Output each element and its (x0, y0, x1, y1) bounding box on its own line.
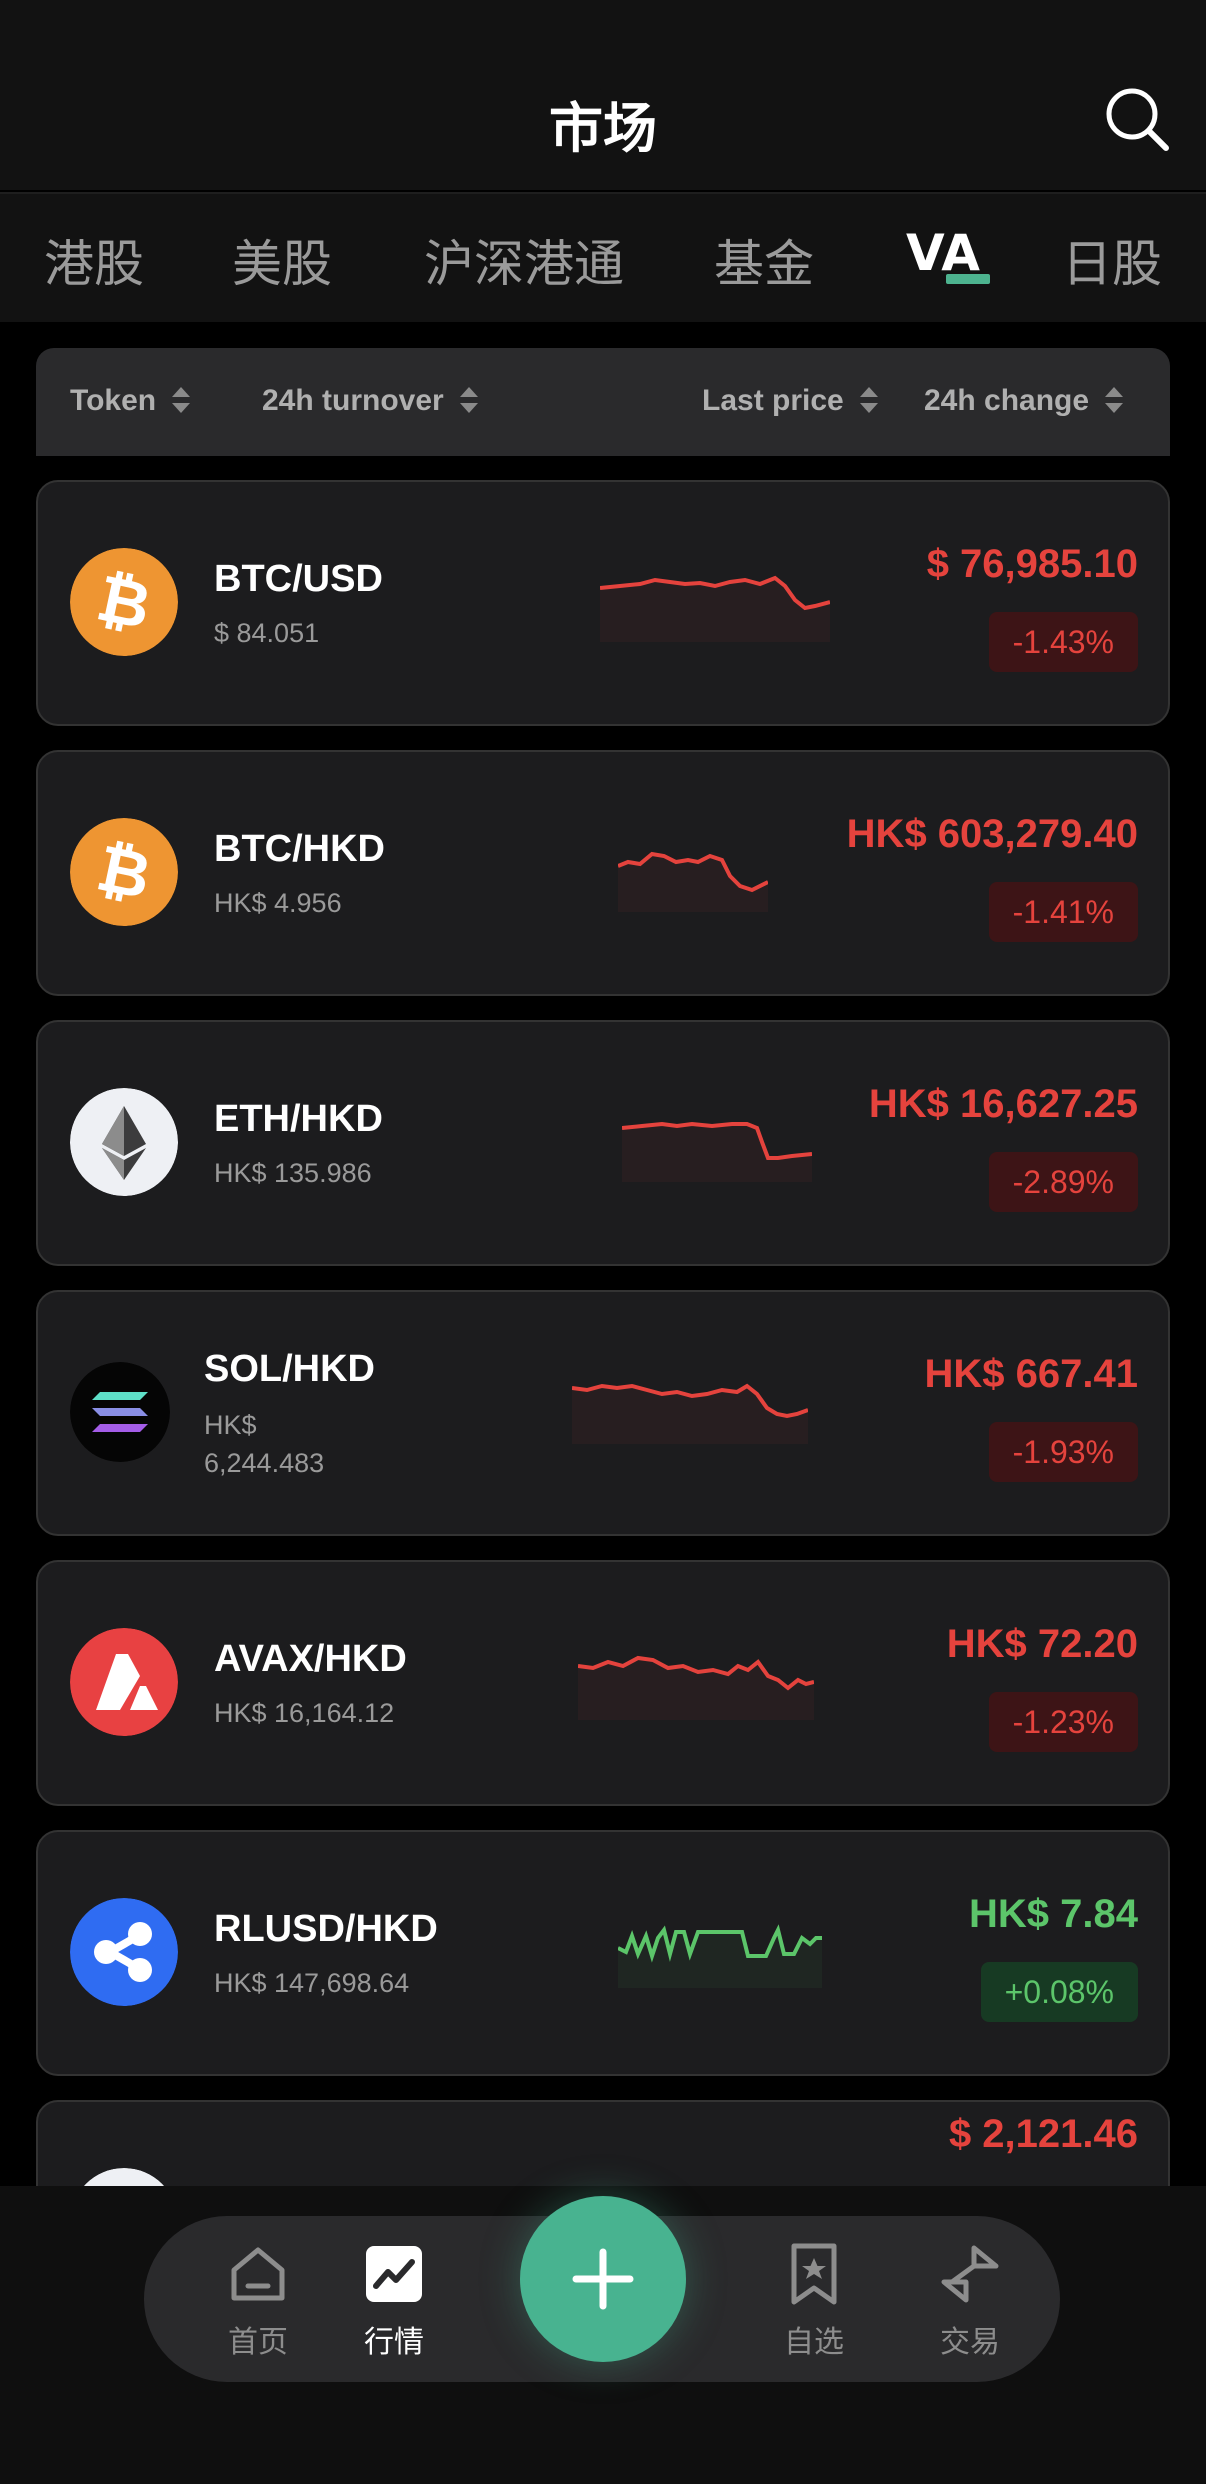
change-badge: +0.08% (980, 1962, 1138, 2022)
sort-token[interactable]: Token (70, 384, 192, 418)
ripple-icon (70, 1898, 178, 2006)
last-price: HK$ 667.41 (924, 1352, 1138, 1396)
list-item-btc-usd[interactable]: ₿ BTC/USD $ 84.051 $ 76,985.10 -1.43% (36, 480, 1170, 726)
nav-market-label: 行情 (364, 2326, 424, 2359)
nav-market[interactable]: 行情 (334, 2242, 454, 2361)
change-badge: -1.93% (988, 1422, 1138, 1482)
bitcoin-icon: ₿ (70, 818, 178, 926)
price-sparkline (572, 1383, 808, 1444)
change-badge: -1.23% (988, 1692, 1138, 1752)
nav-trade-label: 交易 (940, 2326, 1000, 2359)
sort-icon (859, 387, 878, 414)
bookmark-star-icon (791, 2243, 837, 2305)
change-badge: -2.89% (988, 1152, 1138, 1212)
change-badge: -1.41% (988, 882, 1138, 942)
sort-icon (172, 387, 191, 414)
turnover-value: HK$ 135.986 (214, 1158, 372, 1188)
pair-name: SOL/HKD (204, 1348, 375, 1390)
price-sparkline (618, 1924, 822, 1988)
turnover-value: HK$ 147,698.64 (214, 1968, 410, 1998)
avalanche-icon (70, 1628, 178, 1736)
pair-name: BTC/HKD (214, 828, 385, 870)
list-item-eth-hkd[interactable]: ETH/HKD HK$ 135.986 HK$ 16,627.25 -2.89% (36, 1020, 1170, 1266)
top-header: 市场 (0, 0, 1206, 190)
last-price: HK$ 7.84 (969, 1892, 1138, 1936)
nav-watchlist-label: 自选 (784, 2326, 844, 2359)
col-turnover-label: 24h turnover (262, 384, 444, 417)
nav-trade[interactable]: 交易 (910, 2242, 1030, 2361)
price-sparkline (578, 1655, 814, 1720)
ethereum-icon (70, 1088, 178, 1196)
col-token-label: Token (70, 384, 157, 417)
tab-funds[interactable]: 基金 (714, 224, 814, 296)
sort-turnover[interactable]: 24h turnover (262, 384, 480, 418)
sort-icon (1105, 387, 1124, 414)
tab-us-stocks[interactable]: 美股 (232, 224, 332, 296)
sort-icon (459, 387, 478, 414)
price-sparkline (622, 1121, 812, 1182)
tab-stock-connect[interactable]: 沪深港通 (424, 224, 624, 296)
nav-home-label: 首页 (228, 2326, 288, 2359)
turnover-value: HK$ 4.956 (214, 888, 342, 918)
sort-last-price[interactable]: Last price (702, 384, 880, 418)
turnover-value: HK$ 16,164.12 (214, 1698, 395, 1728)
tab-jp-stocks[interactable]: 日股 (1062, 224, 1162, 296)
last-price: HK$ 603,279.40 (846, 812, 1138, 856)
last-price: $ 2,121.46 (948, 2112, 1138, 2156)
bitcoin-icon: ₿ (70, 548, 178, 656)
list-item-btc-hkd[interactable]: ₿ BTC/HKD HK$ 4.956 HK$ 603,279.40 -1.41… (36, 750, 1170, 996)
col-change-label: 24h change (924, 384, 1090, 417)
turnover-currency: HK$ (204, 1410, 257, 1440)
pair-name: ETH/HKD (214, 1098, 383, 1140)
list-item-rlusd-hkd[interactable]: RLUSD/HKD HK$ 147,698.64 HK$ 7.84 +0.08% (36, 1830, 1170, 2076)
page-title: 市场 (549, 97, 657, 160)
change-badge: -1.43% (988, 612, 1138, 672)
add-button[interactable] (520, 2196, 686, 2362)
nav-watchlist[interactable]: 自选 (754, 2242, 874, 2361)
plus-icon (572, 2248, 634, 2310)
active-tab-indicator (946, 274, 990, 284)
last-price: HK$ 16,627.25 (868, 1082, 1138, 1126)
turnover-value: $ 84.051 (214, 618, 320, 648)
column-header: Token 24h turnover Last price 24h change (36, 348, 1170, 456)
tab-hk-stocks[interactable]: 港股 (44, 224, 144, 296)
turnover-value: 6,244.483 (204, 1448, 325, 1478)
pair-name: RLUSD/HKD (214, 1908, 438, 1950)
last-price: $ 76,985.10 (926, 542, 1138, 586)
col-last-price-label: Last price (702, 384, 844, 417)
home-icon (231, 2247, 285, 2301)
price-sparkline (600, 575, 830, 642)
search-icon[interactable] (1102, 84, 1172, 154)
nav-home[interactable]: 首页 (198, 2242, 318, 2361)
market-tabs: 港股 美股 沪深港通 基金 VA 日股 (0, 192, 1206, 322)
exchange-icon (941, 2245, 999, 2303)
list-item-avax-hkd[interactable]: AVAX/HKD HK$ 16,164.12 HK$ 72.20 -1.23% (36, 1560, 1170, 1806)
price-sparkline (618, 851, 768, 912)
pair-name: AVAX/HKD (214, 1638, 407, 1680)
pair-name: BTC/USD (214, 558, 383, 600)
chart-icon (366, 2246, 422, 2302)
last-price: HK$ 72.20 (946, 1622, 1138, 1666)
list-item-sol-hkd[interactable]: SOL/HKD HK$ 6,244.483 HK$ 667.41 -1.93% (36, 1290, 1170, 1536)
solana-icon (70, 1362, 170, 1462)
sort-change[interactable]: 24h change (924, 384, 1125, 418)
